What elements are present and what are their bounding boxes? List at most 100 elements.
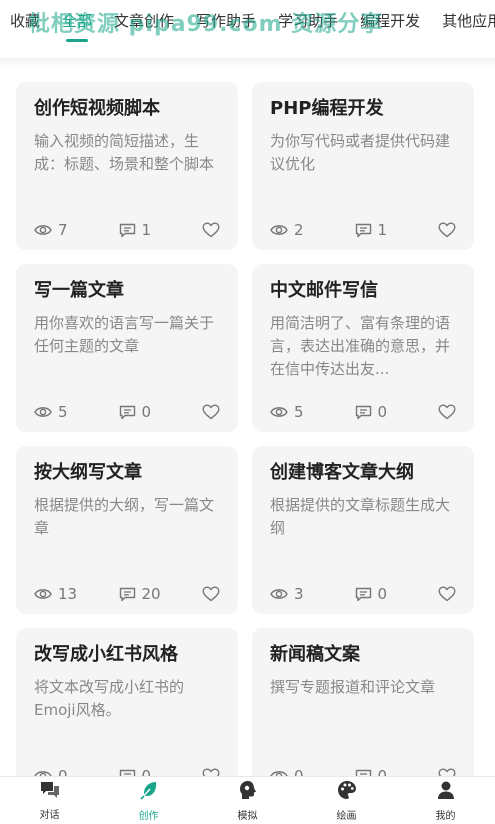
palette-icon	[337, 780, 357, 807]
card-description: 根据提供的文章标题生成大纲	[270, 496, 451, 537]
card-description: 撰写专题报道和评论文章	[270, 678, 436, 696]
comment-count[interactable]: 1	[355, 221, 388, 239]
bottom-nav: 对话 创作 模拟 绘画 我的	[0, 776, 495, 824]
card-description: 用你喜欢的语言写一篇关于任何主题的文章	[34, 314, 215, 355]
tab-6[interactable]: 其他应用	[442, 10, 495, 32]
comment-icon	[119, 769, 136, 776]
app-page: 收藏 全部 文章创作 写作助手 学习助手 编程开发 其他应用 枇杷资源 pipa99.com…	[0, 0, 495, 824]
view-count: 3	[270, 585, 304, 603]
person-head-icon	[238, 780, 258, 807]
comment-count-value: 1	[377, 221, 388, 239]
card-description: 输入视频的简短描述，生成：标题、场景和整个脚本	[34, 132, 215, 173]
view-count-value: 13	[58, 585, 78, 603]
tab-4[interactable]: 学习助手	[278, 10, 338, 32]
view-count: 0	[270, 767, 304, 776]
comment-icon	[119, 405, 136, 420]
comment-count-value: 0	[141, 767, 152, 776]
favorite-button[interactable]	[438, 222, 456, 238]
comment-count[interactable]: 0	[119, 403, 152, 421]
nav-item-0[interactable]: 对话	[0, 777, 99, 824]
nav-item-label: 对话	[39, 809, 60, 821]
comment-count[interactable]: 20	[119, 585, 161, 603]
nav-item-label: 模拟	[237, 810, 258, 822]
eye-icon	[270, 587, 288, 601]
favorite-button[interactable]	[202, 768, 220, 776]
comment-icon	[119, 587, 136, 602]
card-title: 新闻稿文案	[270, 644, 360, 665]
card-title: 创作短视频脚本	[34, 98, 160, 119]
comment-count[interactable]: 0	[119, 767, 152, 776]
app-card[interactable]: 创作短视频脚本 输入视频的简短描述，生成：标题、场景和整个脚本 7 1	[16, 82, 238, 250]
card-title: 改写成小红书风格	[34, 644, 178, 665]
view-count: 5	[34, 403, 68, 421]
app-card[interactable]: 创建博客文章大纲 根据提供的文章标题生成大纲 3 0	[252, 446, 474, 614]
nav-item-4[interactable]: 我的	[396, 777, 495, 824]
comment-count[interactable]: 1	[119, 221, 152, 239]
comment-count[interactable]: 0	[355, 585, 387, 603]
nav-item-label: 我的	[435, 810, 456, 822]
favorite-button[interactable]	[202, 222, 220, 238]
tab-3[interactable]: 写作助手	[196, 10, 256, 32]
view-count-value: 0	[294, 767, 304, 776]
comment-count[interactable]: 0	[355, 403, 387, 421]
card-footer: 00	[270, 766, 456, 776]
tab-2[interactable]: 文章创作	[114, 10, 174, 32]
comment-icon	[355, 769, 372, 776]
card-footer: 71	[34, 220, 220, 240]
chat-icon	[40, 781, 60, 806]
view-count: 13	[34, 585, 77, 603]
view-count: 7	[34, 221, 68, 239]
nav-item-2[interactable]: 模拟	[198, 777, 297, 824]
favorite-button[interactable]	[202, 404, 220, 420]
nav-item-label: 创作	[138, 810, 159, 822]
heart-icon	[202, 404, 220, 420]
comment-icon	[355, 405, 372, 420]
favorite-button[interactable]	[202, 586, 220, 602]
view-count: 0	[34, 767, 68, 776]
card-description: 用简洁明了、富有条理的语言，表达出准确的意思，并在信中传达出友...	[270, 314, 451, 378]
heart-icon	[438, 222, 456, 238]
user-icon	[436, 780, 456, 807]
eye-icon	[270, 405, 288, 419]
heart-icon	[202, 586, 220, 602]
app-card[interactable]: PHP编程开发 为你写代码或者提供代码建议优化 2 1	[252, 82, 474, 250]
eye-icon	[34, 405, 52, 419]
app-card[interactable]: 改写成小红书风格 将文本改写成小红书的Emoji风格。 0 0	[16, 628, 238, 776]
card-footer: 13 20	[34, 584, 220, 604]
nav-item-3[interactable]: 绘画	[297, 777, 396, 824]
view-count-value: 2	[294, 221, 304, 239]
nav-item-label: 绘画	[336, 810, 357, 822]
app-card[interactable]: 新闻稿文案 撰写专题报道和评论文章 0 0	[252, 628, 474, 776]
card-footer: 30	[270, 584, 456, 604]
card-description: 为你写代码或者提供代码建议优化	[270, 132, 451, 173]
nav-item-1[interactable]: 创作	[99, 777, 198, 824]
view-count-value: 7	[58, 221, 68, 239]
heart-icon	[438, 768, 456, 776]
eye-icon	[34, 587, 52, 601]
card-footer: 21	[270, 220, 456, 240]
card-title: 创建博客文章大纲	[270, 462, 414, 483]
favorite-button[interactable]	[438, 586, 456, 602]
card-title: PHP编程开发	[270, 98, 384, 119]
tab-5[interactable]: 编程开发	[360, 10, 420, 32]
app-card[interactable]: 中文邮件写信 用简洁明了、富有条理的语言，表达出准确的意思，并在信中传达出友...…	[252, 264, 474, 432]
favorite-button[interactable]	[438, 768, 456, 776]
comment-count-value: 0	[141, 403, 152, 421]
app-card[interactable]: 写一篇文章 用你喜欢的语言写一篇关于任何主题的文章 5 0	[16, 264, 238, 432]
tab-row: 收藏 全部 文章创作 写作助手 学习助手 编程开发 其他应用	[10, 10, 495, 32]
tab-0[interactable]: 收藏	[10, 10, 40, 32]
view-count: 5	[270, 403, 304, 421]
tab-1[interactable]: 全部	[62, 10, 92, 32]
comment-count[interactable]: 0	[355, 767, 387, 776]
feather-icon	[139, 780, 159, 807]
view-count-value: 5	[294, 403, 304, 421]
view-count: 2	[270, 221, 304, 239]
favorite-button[interactable]	[438, 404, 456, 420]
comment-count-value: 20	[141, 585, 161, 603]
comment-count-value: 1	[141, 221, 152, 239]
app-card[interactable]: 按大纲写文章 根据提供的大纲，写一篇文章 13 20	[16, 446, 238, 614]
comment-icon	[355, 223, 372, 238]
view-count-value: 0	[58, 767, 68, 776]
eye-icon	[270, 223, 288, 237]
view-count-value: 3	[294, 585, 304, 603]
